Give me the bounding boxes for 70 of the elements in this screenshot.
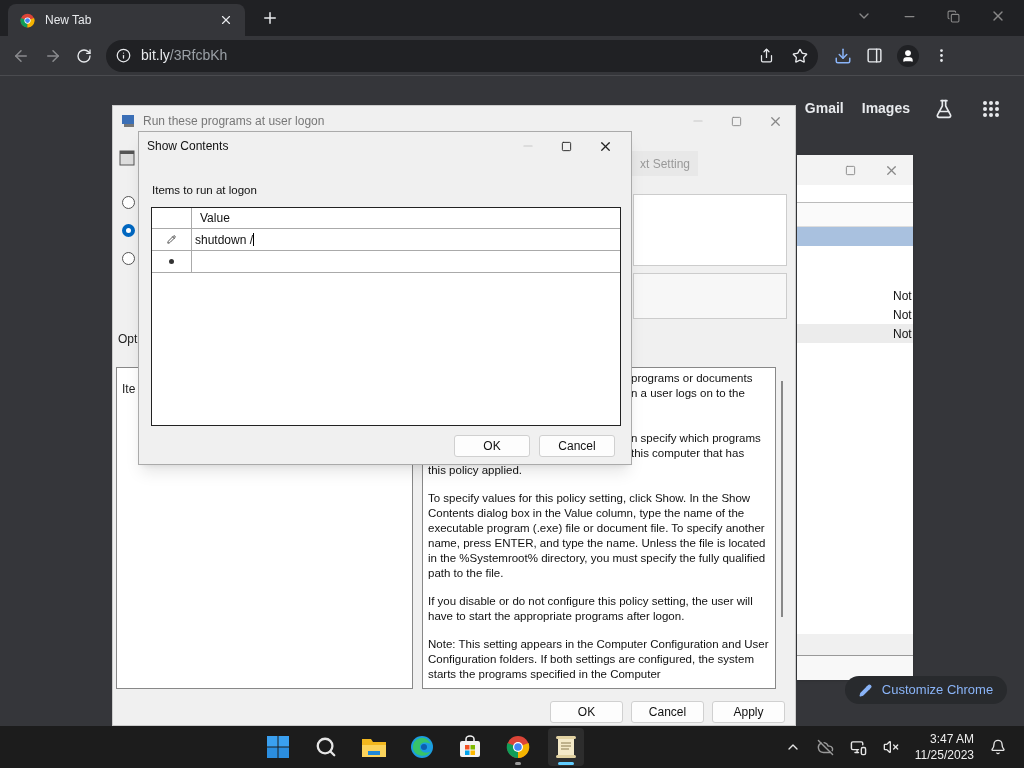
side-panel-icon[interactable] xyxy=(866,47,883,64)
help-paragraph: If you disable or do not configure this policy setting, the user will have to start the appropriate programs after logon. xyxy=(428,594,754,624)
edit-row-icon xyxy=(167,235,176,245)
help-text-fragment: this computer that has xyxy=(631,446,746,461)
policy-row[interactable]: Not xyxy=(797,305,913,324)
search-icon xyxy=(315,736,338,758)
horizontal-scrollbar[interactable] xyxy=(797,634,913,656)
restore-icon[interactable] xyxy=(947,9,960,23)
window-title: Run these programs at user logon xyxy=(143,113,326,130)
share-icon[interactable] xyxy=(759,48,774,63)
tab-title: New Tab xyxy=(45,12,93,29)
customize-chrome-button[interactable]: Customize Chrome xyxy=(845,676,1007,704)
edge-logo-icon xyxy=(410,735,435,759)
taskbar-app[interactable] xyxy=(548,728,585,766)
dialog-button[interactable]: Cancel xyxy=(539,435,615,458)
settings-panel-icon xyxy=(119,150,135,166)
help-text-fragment: n a user logs on to the xyxy=(631,386,746,401)
cloud-off-icon[interactable] xyxy=(816,738,834,756)
dialog-button[interactable]: OK xyxy=(550,701,623,723)
maximize-icon[interactable] xyxy=(561,140,572,152)
computer-icon xyxy=(121,113,137,129)
chrome-tab-icon xyxy=(20,12,35,28)
state-cell-text: Not xyxy=(893,287,913,305)
address-bar[interactable]: bit.ly/3RfcbKh xyxy=(106,39,818,72)
policy-row[interactable]: Not xyxy=(797,324,913,343)
help-text-fragment: n specify which programs xyxy=(631,431,762,446)
state-cell-text: Not xyxy=(893,325,913,343)
field-label: Items to run at logon xyxy=(152,183,258,198)
download-icon[interactable] xyxy=(834,46,852,65)
dialog-button[interactable]: Apply xyxy=(712,701,785,723)
dialog-button[interactable]: OK xyxy=(454,435,530,458)
options-label: Opt xyxy=(118,331,138,348)
network-icon[interactable] xyxy=(849,738,867,756)
column-header[interactable]: Value xyxy=(192,208,230,229)
close-tab-icon[interactable] xyxy=(219,13,233,27)
help-text-fragment: programs or documents xyxy=(631,371,754,386)
windows-logo-icon xyxy=(266,735,291,759)
clock[interactable]: 3:47 AM 11/25/2023 xyxy=(914,731,974,763)
url-text: bit.ly/3RfcbKh xyxy=(141,46,228,65)
chrome-logo-icon xyxy=(506,735,531,759)
comment-field[interactable] xyxy=(633,194,787,266)
profile-avatar-icon[interactable] xyxy=(897,44,919,67)
volume-muted-icon[interactable] xyxy=(882,739,899,755)
store-bag-icon xyxy=(458,735,483,759)
help-paragraph: To specify values for this policy setting, click Show. In the Show Contents dialog box in the Value column, type the name of the executable program (.exe) file or document file. To specify another name, press ENTER, and type the name. Unless the file is located in the %Systemroot% directory, you must specify the fully qualified path to the file. xyxy=(428,491,767,581)
state-cell-text: Not xyxy=(893,306,913,324)
radio-button[interactable] xyxy=(122,252,135,265)
policy-row[interactable]: Not xyxy=(797,286,913,305)
options-text: Ite xyxy=(122,382,136,396)
header-link[interactable]: Gmail xyxy=(804,98,844,119)
new-tab-icon[interactable] xyxy=(261,9,279,27)
notifications-icon[interactable] xyxy=(990,739,1006,755)
pencil-icon xyxy=(858,683,872,697)
help-paragraph: Note: This setting appears in the Computer Configuration and User Configuration folders. If both settings are configured, the system starts the programs specified in the Computer xyxy=(428,637,770,682)
reload-icon[interactable] xyxy=(76,47,92,64)
radio-button[interactable] xyxy=(122,196,135,209)
dialog-title: Show Contents xyxy=(147,138,230,155)
flask-icon[interactable] xyxy=(934,98,954,119)
bookmark-star-icon[interactable] xyxy=(792,47,808,64)
values-grid[interactable]: Value shutdown / xyxy=(151,207,621,427)
site-info-icon[interactable] xyxy=(116,48,131,63)
browser-tab[interactable]: New Tab xyxy=(8,4,245,36)
radio-button[interactable] xyxy=(122,224,135,237)
dialog-button[interactable]: Cancel xyxy=(631,701,704,723)
value-cell[interactable]: shutdown / xyxy=(192,229,255,251)
apps-grid-icon[interactable] xyxy=(982,99,1000,118)
help-text-fragment: this policy applied. xyxy=(428,463,523,478)
header-link[interactable]: Images xyxy=(861,98,910,119)
new-row-icon xyxy=(169,259,174,265)
scroll-document-icon xyxy=(555,735,578,759)
